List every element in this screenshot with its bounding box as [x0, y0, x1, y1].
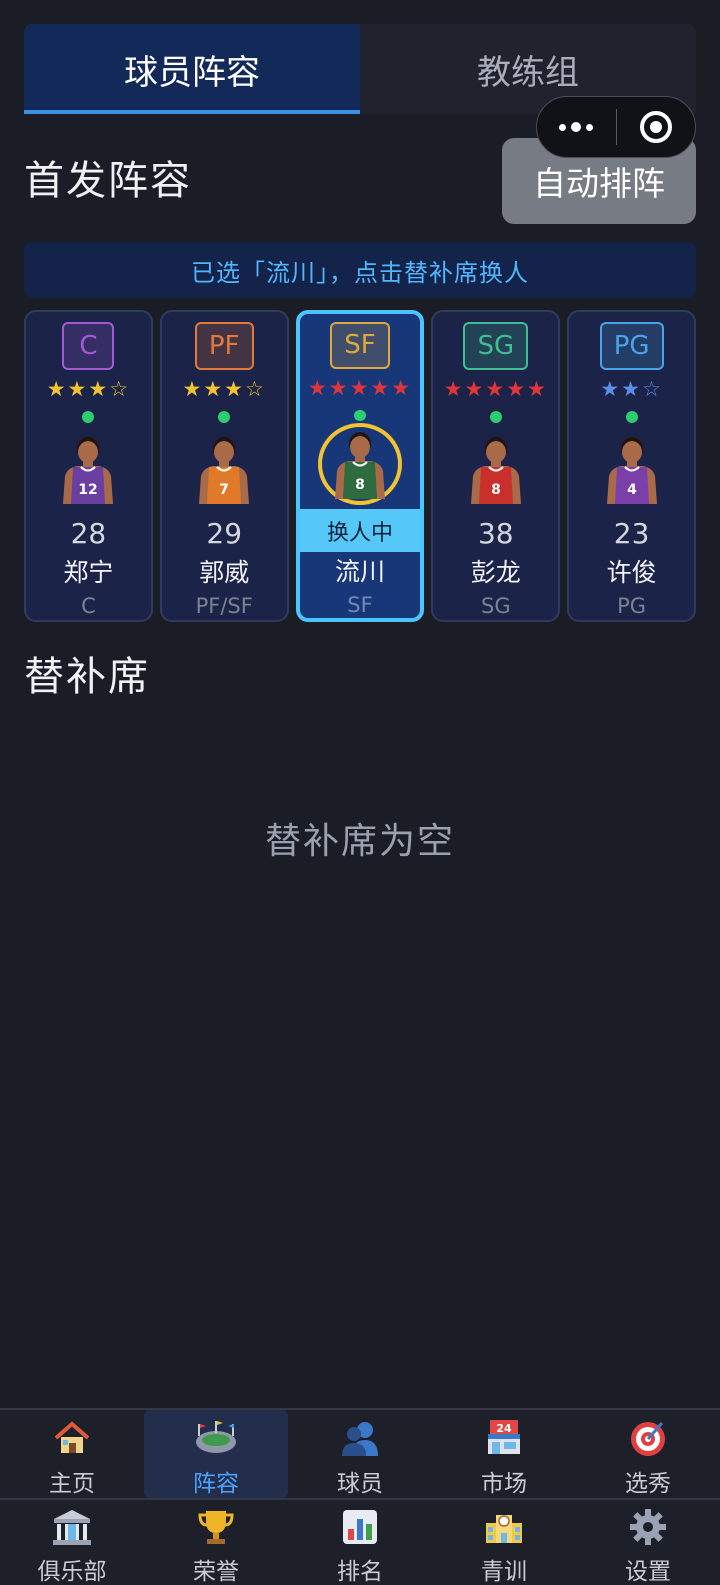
- nav-item-school[interactable]: 青训: [432, 1500, 576, 1585]
- star-rating: ★★☆: [600, 377, 663, 401]
- player-card-c[interactable]: C ★★★☆ 12 28 郑宁 C: [24, 310, 153, 622]
- stadium-icon: [194, 1416, 238, 1460]
- svg-text:12: 12: [79, 482, 98, 498]
- player-card-pf[interactable]: PF ★★★☆ 7 29 郭威 PF/SF: [159, 310, 289, 622]
- nav-item-gear[interactable]: 设置: [576, 1500, 720, 1585]
- bank-icon: [50, 1506, 94, 1548]
- nav-label: 球员: [337, 1471, 383, 1497]
- position-badge: PF: [194, 322, 254, 370]
- player-role: SF: [347, 593, 373, 618]
- player-role: PF/SF: [195, 594, 253, 618]
- nav-item-target[interactable]: 选秀: [576, 1410, 720, 1498]
- nav-item-store[interactable]: 24 市场: [432, 1410, 576, 1498]
- player-age: 29: [206, 517, 243, 550]
- player-avatar: 8: [318, 423, 402, 506]
- player-name: 许俊: [606, 558, 657, 587]
- player-name: 流川: [334, 557, 385, 587]
- nav-label: 排名: [337, 1559, 383, 1585]
- status-dot: [625, 411, 638, 423]
- player-name: 郑宁: [63, 558, 114, 587]
- position-badge: PG: [599, 322, 664, 370]
- trophy-icon: [194, 1506, 238, 1548]
- status-dot: [489, 411, 502, 423]
- player-age: 38: [477, 517, 514, 550]
- starting-lineup-title: 首发阵容: [24, 158, 192, 204]
- player-card-sf[interactable]: SF ★★★★★ 8 换人中流川 SF: [295, 310, 425, 622]
- nav-label: 选秀: [625, 1471, 671, 1497]
- nav-item-people[interactable]: 球员: [288, 1410, 432, 1498]
- star-rating: ★★★☆: [46, 377, 131, 401]
- status-dot: [218, 411, 231, 423]
- player-card-sg[interactable]: SG ★★★★★ 8 38 彭龙 SG: [431, 310, 561, 622]
- nav-row-primary: 主页 阵容 球员 24 市场 选秀: [0, 1410, 720, 1498]
- selection-notice: 已选「流川」，点击替补席换人: [24, 242, 696, 298]
- nav-item-stadium[interactable]: 阵容: [144, 1410, 288, 1498]
- svg-text:7: 7: [219, 482, 229, 498]
- star-rating: ★★★☆: [182, 377, 266, 401]
- player-age: 23: [613, 517, 650, 550]
- bottom-navigation: 主页 阵容 球员 24 市场 选秀 俱乐部 荣誉 排名 青训 设置: [0, 1408, 720, 1585]
- store-icon: 24: [482, 1416, 526, 1460]
- player-role: SG: [481, 594, 511, 618]
- nav-row-secondary: 俱乐部 荣誉 排名 青训 设置: [0, 1498, 720, 1585]
- nav-label: 主页: [49, 1471, 95, 1497]
- player-role: C: [81, 594, 96, 618]
- player-card-pg[interactable]: PG ★★☆ 4 23 许俊 PG: [567, 310, 696, 622]
- nav-item-trophy[interactable]: 荣誉: [144, 1500, 288, 1585]
- svg-text:4: 4: [627, 482, 637, 498]
- star-rating: ★★★★★: [307, 375, 413, 400]
- bar-chart-icon: [338, 1506, 382, 1548]
- status-dot: [82, 411, 95, 423]
- player-avatar: 7: [180, 429, 268, 509]
- nav-item-bank[interactable]: 俱乐部: [0, 1500, 144, 1585]
- people-icon: [338, 1416, 382, 1460]
- star-rating: ★★★★★: [443, 377, 548, 401]
- player-avatar: 4: [588, 429, 676, 509]
- bench-title: 替补席: [24, 654, 150, 700]
- player-age: 28: [70, 517, 107, 550]
- starting-lineup: C ★★★☆ 12 28 郑宁 C PF ★★★☆ 7 29 郭威 PF/SF SF ★★★★★ …: [24, 310, 696, 622]
- nav-label: 俱乐部: [37, 1559, 107, 1585]
- svg-text:8: 8: [491, 482, 501, 498]
- tab-player-lineup[interactable]: 球员阵容: [24, 24, 360, 114]
- nav-label: 阵容: [193, 1471, 239, 1497]
- more-dots-icon[interactable]: [537, 122, 616, 132]
- player-avatar: 12: [44, 429, 132, 509]
- swapping-label: 换人中: [299, 509, 421, 553]
- miniprogram-capsule: [536, 96, 696, 158]
- nav-item-house[interactable]: 主页: [0, 1410, 144, 1498]
- status-dot: [354, 409, 366, 422]
- nav-label: 市场: [481, 1471, 527, 1497]
- gear-icon: [626, 1506, 670, 1548]
- school-icon: [482, 1506, 526, 1548]
- nav-label: 青训: [481, 1559, 527, 1585]
- target-icon: [626, 1416, 670, 1460]
- target-close-icon[interactable]: [617, 111, 696, 143]
- nav-item-bar-chart[interactable]: 排名: [288, 1500, 432, 1585]
- player-name: 彭龙: [470, 558, 521, 587]
- position-badge: SG: [463, 322, 529, 370]
- player-name: 郭威: [199, 558, 250, 587]
- position-badge: SF: [330, 322, 390, 369]
- bench-empty-text: 替补席为空: [264, 821, 455, 862]
- position-badge: C: [62, 322, 115, 370]
- nav-label: 荣誉: [193, 1559, 239, 1585]
- svg-text:24: 24: [496, 1422, 512, 1435]
- house-icon: [50, 1416, 94, 1460]
- player-avatar: 8: [452, 429, 540, 509]
- svg-text:8: 8: [355, 477, 365, 493]
- nav-label: 设置: [625, 1559, 671, 1585]
- player-role: PG: [617, 594, 647, 618]
